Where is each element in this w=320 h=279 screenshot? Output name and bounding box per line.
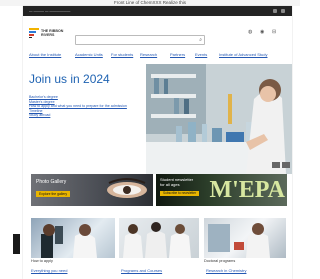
newsletter-banner[interactable]: Student newsletter for all ages Subscrib… (156, 174, 287, 206)
close-icon[interactable] (281, 9, 285, 13)
subscribe-newsletter-button[interactable]: Subscribe to newsletter (160, 191, 200, 196)
card-link[interactable]: Everything you need (31, 268, 67, 273)
search-input[interactable] (76, 36, 190, 42)
nav-item-about[interactable]: About the Institute (29, 52, 61, 57)
card-image-group[interactable] (119, 218, 199, 258)
hero-lab-photo (146, 64, 292, 174)
promo2-big-text: M'EPA (209, 177, 285, 203)
nav-item-for-students[interactable]: For students (111, 52, 133, 57)
institute-logo-icon[interactable] (29, 28, 39, 38)
share-icon[interactable]: ⊟ (272, 29, 276, 35)
promo-title: Photo Gallery (36, 179, 67, 185)
student-lab-illustration (41, 224, 97, 258)
eye-closeup-illustration (107, 178, 147, 198)
browser-page: — ——— — —————— THE RIBBON RIVERS ⌕ ◍ ◉ ⊟… (23, 6, 292, 279)
hero-title: Join us in 2024 (29, 72, 110, 86)
card-caption: How to apply (31, 259, 53, 263)
nav-item-institute-advanced-study[interactable]: Institute of Advanced Study (219, 52, 267, 57)
top-bar: — ——— — —————— (23, 6, 292, 16)
logo-line-2: RIVERS (41, 33, 55, 38)
nav-item-research[interactable]: Research (140, 52, 157, 57)
side-tab[interactable] (13, 234, 20, 254)
search-icon[interactable]: ⌕ (199, 37, 202, 43)
user-icon[interactable]: ◉ (260, 29, 264, 35)
explore-gallery-button[interactable]: Explore the gallery (36, 191, 71, 197)
student-group-illustration (123, 222, 191, 258)
nav-item-events[interactable]: Events (195, 52, 207, 57)
card-caption: Doctoral programs (204, 259, 236, 263)
card-link[interactable]: Programs and Courses (121, 268, 162, 273)
nav-item-partners[interactable]: Partners (170, 52, 185, 57)
promo2-title-line-2: for all ages (160, 181, 180, 187)
nav-item-academic-units[interactable]: Academic Units (75, 52, 103, 57)
photo-gallery-banner[interactable]: Photo Gallery Explore the gallery (31, 174, 153, 206)
menu-icon[interactable] (273, 9, 277, 13)
top-bar-text: — ——— — —————— (29, 9, 71, 13)
promo2-title: Student newsletter for all ages (160, 177, 193, 187)
lab-scene-illustration (146, 64, 292, 174)
hero-link[interactable]: Study abroad (29, 113, 149, 118)
card-image-doctoral[interactable] (204, 218, 286, 258)
card-image-lab[interactable] (31, 218, 115, 258)
main-nav: About the Institute Academic Units For s… (29, 52, 287, 58)
card-link[interactable]: Research in Chemistry (206, 268, 246, 273)
logo-text: THE RIBBON RIVERS (41, 29, 63, 37)
hero-links: Bachelor's degree Master's degree How to… (29, 95, 149, 118)
search-box[interactable]: ⌕ (75, 35, 205, 45)
researcher-illustration (208, 223, 270, 258)
globe-icon[interactable]: ◍ (248, 29, 252, 35)
